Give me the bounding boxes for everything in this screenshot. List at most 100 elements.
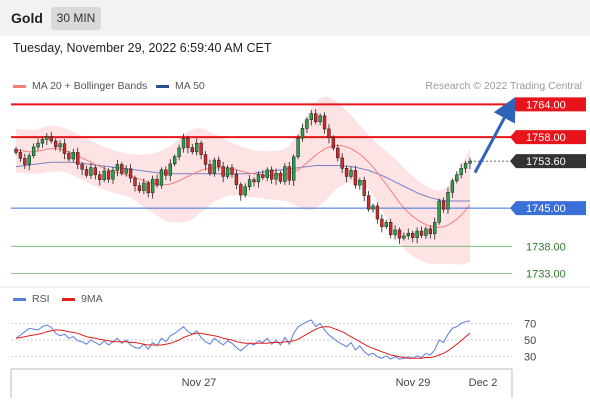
candle-up	[274, 172, 278, 180]
candle-up	[172, 156, 177, 165]
candle-up	[402, 235, 406, 239]
candle-down	[76, 152, 80, 165]
candle-down	[287, 166, 291, 181]
candle-up	[318, 115, 322, 123]
candle-down	[340, 157, 344, 169]
bollinger-band	[16, 96, 470, 265]
candle-down	[322, 115, 327, 130]
candle-down	[278, 172, 283, 182]
candle-up	[150, 178, 155, 194]
candle-down	[80, 164, 84, 170]
candle-down	[93, 167, 98, 176]
candle-down	[366, 195, 371, 210]
candle-down	[234, 174, 239, 185]
x-tick-label: Nov 27	[182, 377, 217, 389]
candle-up	[437, 200, 441, 223]
candle-down	[199, 142, 203, 155]
rsi-tick-label: 70	[524, 318, 536, 330]
candle-down	[67, 153, 71, 160]
candle-down	[217, 159, 221, 167]
candle-up	[384, 222, 388, 227]
candle-up	[27, 155, 31, 165]
candle-up	[349, 170, 353, 177]
candle-up	[31, 146, 36, 156]
level-label: 1764.00	[526, 99, 566, 111]
candle-down	[120, 164, 124, 174]
forecast-arrow	[473, 96, 516, 174]
candle-down	[137, 185, 142, 191]
candle-down	[362, 180, 366, 196]
candle-down	[380, 218, 384, 227]
candle-down	[353, 170, 358, 186]
candle-up	[89, 167, 93, 176]
x-tick-label: Nov 29	[396, 377, 431, 389]
candle-down	[155, 178, 159, 186]
candle-up	[195, 142, 199, 153]
candle-up	[142, 182, 146, 191]
candle-up	[292, 156, 296, 181]
candle-up	[468, 160, 472, 164]
candle-down	[203, 154, 208, 165]
candle-up	[36, 142, 40, 148]
candle-up	[168, 163, 172, 176]
candle-up	[247, 179, 252, 188]
candle-up	[450, 180, 455, 193]
candle-down	[314, 113, 318, 123]
candle-down	[397, 229, 402, 239]
candle-down	[190, 147, 194, 153]
forecast-arrow-layer	[473, 96, 516, 174]
candle-down	[98, 174, 102, 180]
candle-down	[106, 170, 111, 180]
candle-down	[14, 148, 18, 153]
rsi-panel: 70 50 30	[0, 286, 590, 364]
rsi-tick-label: 30	[524, 352, 536, 364]
candle-up	[45, 136, 49, 140]
candle-down	[49, 136, 53, 142]
candle-up	[159, 169, 164, 186]
candle-down	[18, 152, 23, 159]
candle-down	[230, 167, 234, 175]
candle-up	[283, 166, 287, 182]
candle-down	[411, 232, 415, 238]
candle-up	[102, 170, 106, 180]
candle-down	[344, 168, 349, 177]
price-chart[interactable]: 1764.00 1758.00 1753.60 1745.00 1738.00 1733.…	[0, 0, 590, 400]
candle-up	[296, 137, 300, 158]
candle-down	[327, 128, 331, 138]
candle-up	[71, 152, 75, 160]
candle-up	[424, 228, 428, 236]
candle-up	[243, 186, 247, 196]
candle-up	[415, 230, 419, 238]
rsi-line	[15, 319, 471, 360]
candle-up	[256, 174, 261, 183]
candle-down	[252, 179, 256, 183]
x-tick-label: Dec 2	[469, 377, 498, 389]
candle-up	[455, 174, 459, 182]
rsi-tick-label: 50	[524, 335, 536, 347]
level-label: 1738.00	[526, 241, 566, 253]
candle-down	[146, 182, 150, 194]
candle-up	[111, 170, 115, 180]
candle-down	[186, 137, 190, 148]
level-label: 1758.00	[526, 132, 566, 144]
candle-up	[446, 192, 450, 210]
candle-up	[406, 232, 410, 237]
candle-up	[433, 222, 437, 235]
candle-down	[221, 166, 225, 177]
bollinger-band-layer	[16, 96, 470, 265]
candle-down	[388, 222, 393, 236]
candle-down	[428, 228, 433, 235]
candle-down	[419, 230, 424, 236]
candle-down	[269, 169, 274, 180]
candle-up	[124, 168, 128, 174]
candle-down	[84, 169, 89, 176]
candle-down	[336, 147, 340, 159]
candle-down	[133, 177, 137, 186]
candle-down	[239, 184, 243, 196]
level-label: 1753.60	[526, 156, 566, 168]
candle-up	[300, 128, 305, 139]
candle-up	[40, 139, 45, 144]
candle-up	[371, 205, 375, 210]
candle-up	[309, 113, 314, 120]
candle-down	[441, 200, 446, 210]
